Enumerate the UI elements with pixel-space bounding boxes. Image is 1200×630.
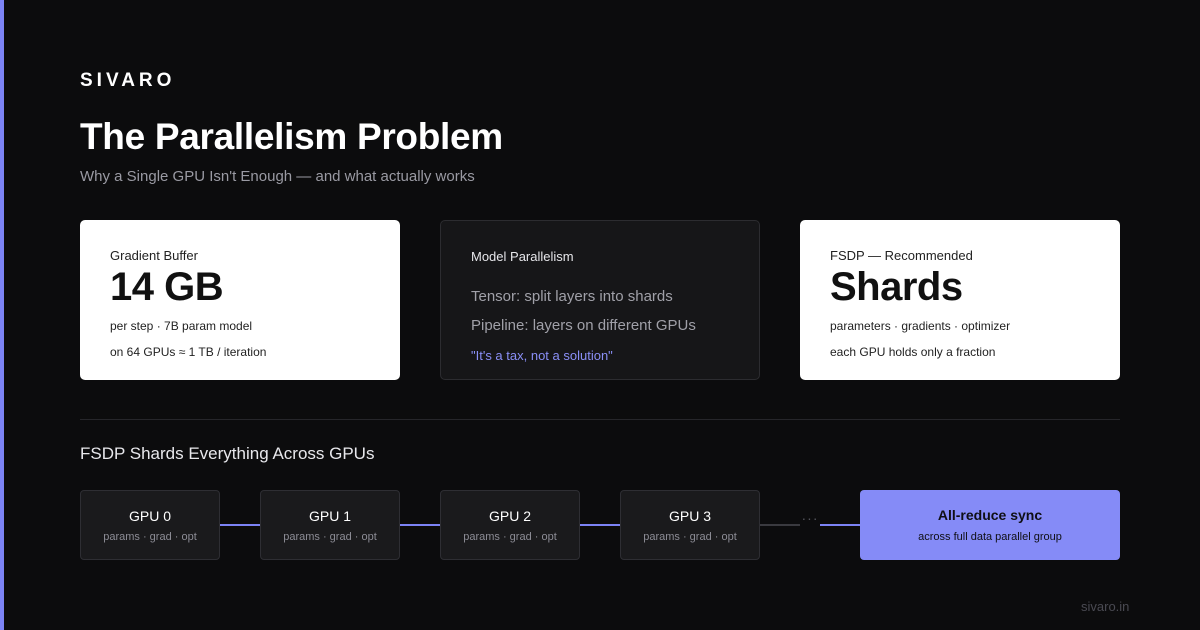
gpu-shards: params · grad · opt: [463, 531, 557, 543]
gpu-box-1: GPU 1 params · grad · opt: [260, 490, 400, 560]
accent-bar: [0, 0, 4, 630]
card-label: FSDP — Recommended: [830, 248, 973, 263]
card-detail: per step · 7B param model: [110, 319, 253, 333]
card-value: 14 GB: [110, 265, 224, 309]
gpu-name: GPU 1: [308, 508, 351, 524]
gpu-connector: [820, 524, 860, 526]
gpu-name: GPU 3: [668, 508, 711, 524]
card-detail: on 64 GPUs ≈ 1 TB / iteration: [110, 345, 267, 359]
gpu-shards: params · grad · opt: [643, 531, 737, 543]
page-subtitle: Why a Single GPU Isn't Enough — and what…: [80, 168, 475, 185]
brand-logo: SIVARO: [80, 70, 176, 91]
gpu-name: GPU 2: [488, 508, 531, 524]
card-detail: parameters · gradients · optimizer: [830, 319, 1011, 333]
sync-title: All-reduce sync: [937, 507, 1043, 523]
card-detail: each GPU holds only a fraction: [830, 345, 996, 359]
gpu-shards: params · grad · opt: [103, 531, 197, 543]
gpu-connector: [400, 524, 440, 526]
section-title: FSDP Shards Everything Across GPUs: [80, 444, 375, 463]
footer-url: sivaro.in: [1081, 599, 1130, 614]
gpu-box-3: GPU 3 params · grad · opt: [620, 490, 760, 560]
gpu-box-0: GPU 0 params · grad · opt: [80, 490, 220, 560]
card-value: Shards: [830, 265, 963, 309]
slide: SIVARO The Parallelism Problem Why a Sin…: [0, 0, 1200, 630]
all-reduce-sync-box: All-reduce sync across full data paralle…: [860, 490, 1120, 560]
section-divider: [80, 419, 1120, 420]
model-parallelism-card: Model Parallelism Tensor: split layers i…: [440, 220, 760, 380]
card-quote: "It's a tax, not a solution": [471, 348, 613, 363]
card-detail: Tensor: split layers into shards: [471, 288, 673, 305]
gpu-name: GPU 0: [128, 508, 171, 524]
gradient-buffer-card: Gradient Buffer 14 GB per step · 7B para…: [80, 220, 400, 380]
gpu-connector: [220, 524, 260, 526]
fsdp-card: FSDP — Recommended Shards parameters · g…: [800, 220, 1120, 380]
gpu-connector-faded: [760, 524, 800, 526]
page-title: The Parallelism Problem: [80, 116, 503, 157]
gpu-connector: [580, 524, 620, 526]
card-detail: Pipeline: layers on different GPUs: [471, 317, 696, 334]
card-label: Gradient Buffer: [110, 248, 198, 263]
card-label: Model Parallelism: [471, 249, 574, 264]
gpu-box-2: GPU 2 params · grad · opt: [440, 490, 580, 560]
sync-subtitle: across full data parallel group: [918, 531, 1062, 543]
gpu-shards: params · grad · opt: [283, 531, 377, 543]
